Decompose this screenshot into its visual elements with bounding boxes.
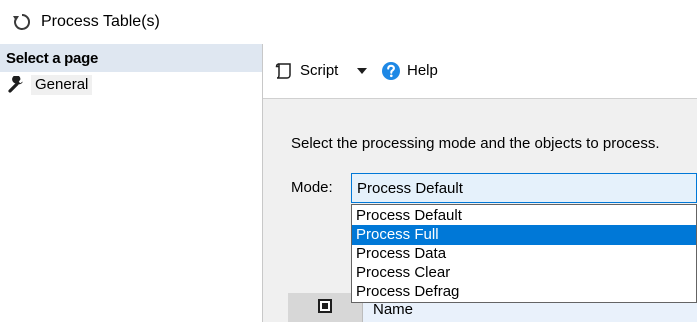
mode-select[interactable]: Process Default — [351, 173, 697, 203]
mode-option-process-clear[interactable]: Process Clear — [352, 263, 696, 283]
mode-option-process-default[interactable]: Process Default — [352, 206, 696, 226]
mode-label: Mode: — [291, 179, 333, 196]
toolbar: Script Help — [263, 44, 697, 99]
select-all-checkbox[interactable] — [318, 299, 332, 313]
page-item-label: General — [31, 75, 93, 95]
refresh-icon — [13, 13, 31, 30]
title-bar: Process Table(s) — [0, 0, 697, 44]
page-item-general[interactable]: General — [7, 74, 93, 96]
help-icon — [382, 62, 400, 80]
window-title: Process Table(s) — [41, 13, 160, 30]
mode-option-process-full[interactable]: Process Full — [352, 225, 696, 245]
process-table-dialog: Process Table(s) Select a page General S… — [0, 0, 697, 322]
script-label: Script — [300, 62, 339, 79]
checkbox-indeterminate-mark — [322, 303, 328, 309]
select-page-header: Select a page — [0, 44, 262, 72]
instructions-text: Select the processing mode and the objec… — [291, 135, 660, 152]
script-button[interactable]: Script — [274, 58, 338, 84]
help-label: Help — [407, 62, 438, 79]
mode-option-process-data[interactable]: Process Data — [352, 244, 696, 264]
mode-option-process-defrag[interactable]: Process Defrag — [352, 282, 696, 302]
chevron-down-icon[interactable] — [356, 66, 368, 76]
main-pane: Script Help Select the processing mode a… — [263, 44, 697, 322]
wrench-icon — [8, 76, 23, 93]
mode-select-value: Process Default — [357, 180, 463, 197]
page-selector-pane: Select a page General — [0, 44, 263, 322]
select-page-label: Select a page — [6, 50, 98, 67]
mode-options-list: Process Default Process Full Process Dat… — [351, 204, 697, 303]
help-button[interactable]: Help — [381, 58, 438, 84]
name-column-label: Name — [373, 301, 414, 318]
script-icon — [275, 63, 291, 79]
